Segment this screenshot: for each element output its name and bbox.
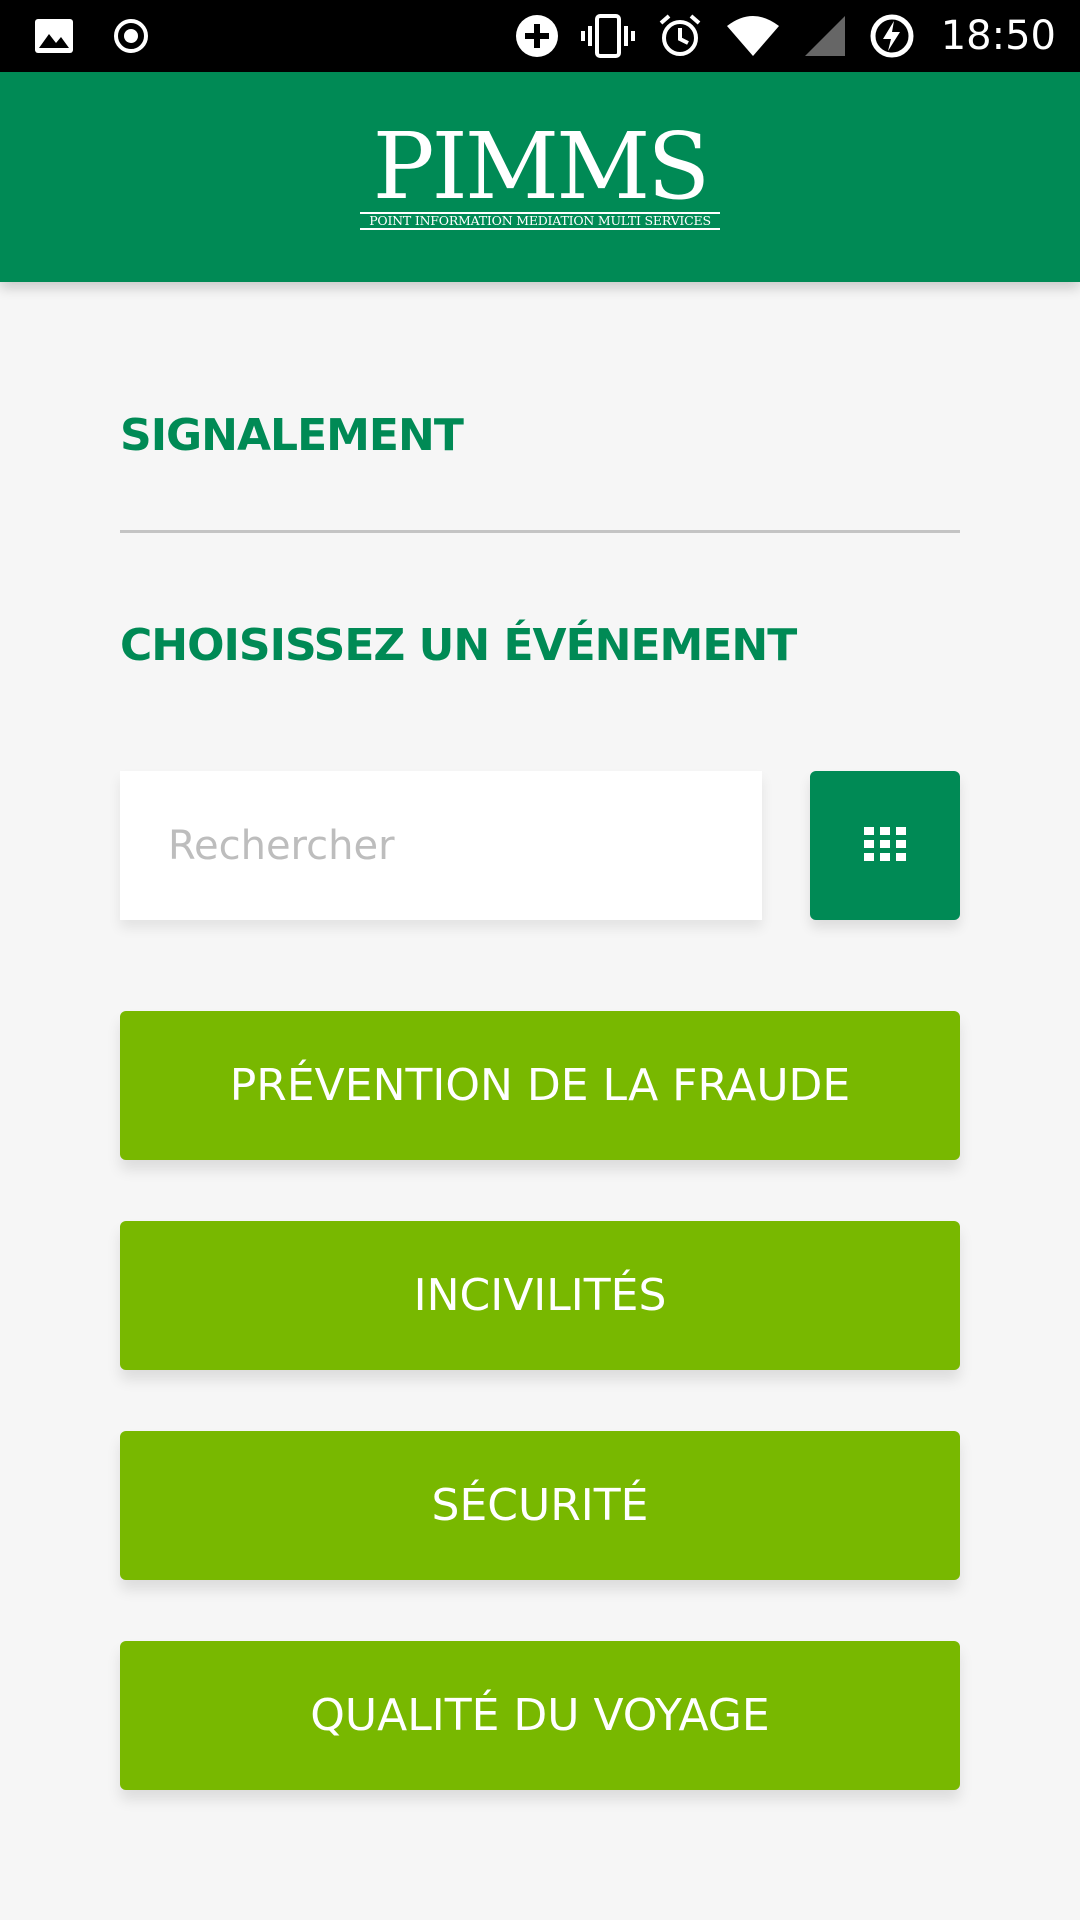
status-bar-left [34, 14, 150, 58]
gallery-icon [34, 18, 74, 54]
event-button-label: PRÉVENTION DE LA FRAUDE [229, 1060, 851, 1111]
search-input[interactable] [120, 771, 762, 920]
battery-charging-icon [869, 13, 915, 59]
event-button-security[interactable]: SÉCURITÉ [120, 1431, 960, 1580]
alarm-icon [657, 13, 703, 59]
grid-view-button[interactable] [810, 771, 960, 920]
divider [120, 530, 960, 533]
event-button-travel-quality[interactable]: QUALITÉ DU VOYAGE [120, 1641, 960, 1790]
record-icon [112, 17, 150, 55]
status-time: 18:50 [940, 13, 1056, 59]
section-title: SIGNALEMENT [120, 410, 464, 461]
logo-tagline: POINT INFORMATION MEDIATION MULTI SERVIC… [360, 212, 720, 230]
add-circle-icon [515, 14, 559, 58]
logo-word: PIMMS [372, 113, 711, 220]
status-bar-right: 18:50 [515, 12, 1056, 60]
choose-event-title: CHOISISSEZ UN ÉVÉNEMENT [120, 620, 797, 671]
event-button-fraud-prevention[interactable]: PRÉVENTION DE LA FRAUDE [120, 1011, 960, 1160]
event-button-label: SÉCURITÉ [431, 1480, 649, 1531]
cell-signal-icon [803, 14, 847, 58]
event-button-label: QUALITÉ DU VOYAGE [310, 1690, 770, 1741]
wifi-icon [725, 14, 781, 58]
vibrate-icon [580, 14, 635, 58]
app-header: PIMMS POINT INFORMATION MEDIATION MULTI … [0, 72, 1080, 282]
event-button-label: INCIVILITÉS [413, 1270, 667, 1321]
grid-icon [864, 826, 906, 865]
status-bar: 18:50 [0, 0, 1080, 72]
pimms-logo: PIMMS POINT INFORMATION MEDIATION MULTI … [360, 113, 720, 230]
event-button-incivilities[interactable]: INCIVILITÉS [120, 1221, 960, 1370]
search-box [120, 771, 762, 920]
